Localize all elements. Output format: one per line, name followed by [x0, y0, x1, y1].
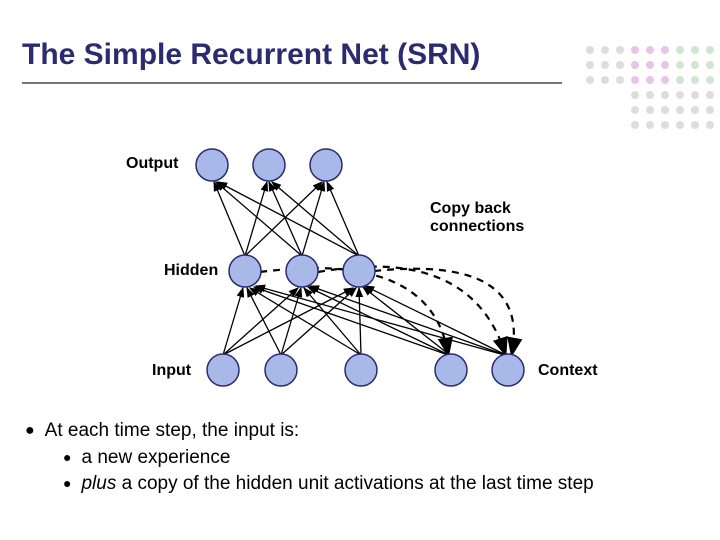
input-layer [207, 354, 377, 386]
copyback-label: Copy back connections [430, 200, 524, 237]
bullet-sub-2: plus a copy of the hidden unit activatio… [63, 471, 594, 498]
context-layer [435, 354, 524, 386]
bullet-sub-1: a new experience [63, 445, 594, 472]
description-list: At each time step, the input is: a new e… [25, 418, 594, 498]
output-label: Output [126, 155, 178, 173]
output-layer [196, 149, 342, 181]
context-label: Context [538, 362, 598, 380]
input-label: Input [152, 362, 191, 380]
bullet-main: At each time step, the input is: [25, 418, 594, 445]
hidden-layer [229, 255, 375, 287]
hidden-label: Hidden [164, 262, 218, 280]
